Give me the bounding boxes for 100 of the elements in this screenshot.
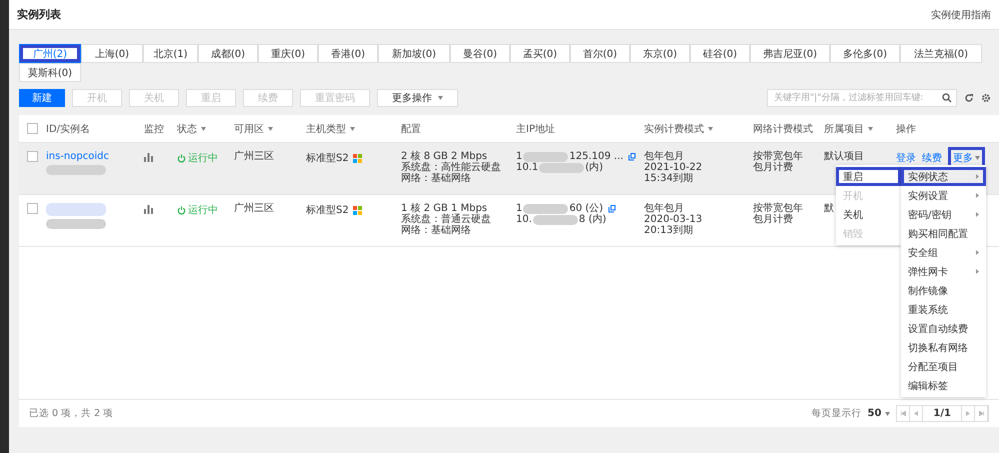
billing-line: 15:34到期	[644, 173, 694, 184]
bar-chart-icon[interactable]	[144, 153, 153, 162]
filter-icon	[268, 126, 273, 130]
filter-icon	[350, 126, 355, 130]
network-billing-line: 包月计费	[753, 162, 794, 173]
instance-type-cell: 标准型S2	[306, 203, 401, 217]
ip-fragment: 10.	[516, 214, 532, 225]
refresh-icon[interactable]	[964, 93, 974, 103]
menu-item[interactable]: 制作镜像	[901, 281, 986, 300]
action-link[interactable]: 续费	[922, 151, 942, 165]
filter-icon	[868, 126, 873, 130]
ip-fragment: 8 (内)	[578, 214, 606, 225]
submenu-arrow-icon	[976, 174, 979, 179]
menu-item[interactable]: 购买相同配置	[901, 224, 986, 243]
copy-icon[interactable]	[608, 204, 616, 212]
row-checkbox[interactable]	[27, 203, 38, 214]
menu-item[interactable]: 切换私有网络	[901, 338, 986, 357]
submenu-arrow-icon	[976, 250, 979, 255]
caret-icon	[438, 96, 443, 100]
windows-logo-icon	[352, 206, 362, 214]
submenu-arrow-icon	[976, 212, 979, 217]
blurred-instance-name	[46, 165, 106, 175]
filter-icon	[201, 126, 206, 130]
config-line: 系统盘：高性能云硬盘	[401, 162, 502, 173]
region-tab[interactable]: 法兰克福(0)	[900, 44, 982, 63]
region-tab[interactable]: 北京(1)	[143, 44, 198, 63]
more-menu-link[interactable]: 更多	[948, 147, 985, 169]
ip-fragment: 1	[516, 151, 522, 162]
submenu-item[interactable]: 重启	[836, 167, 901, 186]
toolbar-button[interactable]: 新建	[19, 89, 65, 107]
more-actions-dropdown[interactable]: 更多操作	[377, 89, 458, 107]
next-page-icon	[966, 411, 970, 416]
menu-item[interactable]: 实例设置	[901, 186, 986, 205]
copy-icon[interactable]	[628, 152, 636, 160]
region-tab[interactable]: 东京(0)	[630, 44, 690, 63]
network-billing-line: 包月计费	[753, 214, 794, 225]
billing-line: 包年包月	[644, 203, 685, 214]
search-icon	[942, 93, 952, 103]
region-tab[interactable]: 广州(2)	[19, 44, 81, 63]
instance-id-link[interactable]: ins-nopcoidc	[46, 151, 144, 162]
column-header: 主IP地址	[516, 122, 556, 136]
column-header: 配置	[401, 122, 422, 136]
menu-item[interactable]: 安全组	[901, 243, 986, 262]
power-icon	[177, 154, 186, 162]
region-tab[interactable]: 首尔(0)	[570, 44, 630, 63]
region-tab[interactable]: 香港(0)	[318, 44, 378, 63]
blurred-ip	[523, 152, 568, 162]
menu-item[interactable]: 密码/密钥	[901, 205, 986, 224]
menu-item[interactable]: 设置自动续费	[901, 319, 986, 338]
ip-fragment: 125.109 ...	[569, 151, 624, 162]
column-header: 监控	[144, 122, 165, 136]
zone-cell-text: 广州三区	[234, 151, 275, 162]
action-link[interactable]: 登录	[896, 151, 916, 165]
search-field[interactable]: 关键字用"|"分隔，过滤标签用回车键:	[767, 89, 957, 107]
menu-item[interactable]: 编辑标签	[901, 376, 986, 395]
blurred-instance-name	[46, 219, 106, 229]
select-all-checkbox[interactable]	[27, 123, 38, 134]
network-billing-line: 按带宽包年	[753, 203, 804, 214]
submenu-item[interactable]: 关机	[836, 205, 901, 224]
region-tab[interactable]: 曼谷(0)	[450, 44, 510, 63]
column-header: 主机类型	[306, 122, 401, 136]
region-tab[interactable]: 成都(0)	[198, 44, 258, 63]
region-tab[interactable]: 多伦多(0)	[830, 44, 900, 63]
settings-icon[interactable]	[981, 93, 991, 103]
menu-item[interactable]: 弹性网卡	[901, 262, 986, 281]
power-icon	[177, 206, 186, 214]
column-header: ID/实例名	[46, 122, 92, 136]
caret-icon	[975, 156, 980, 160]
selection-summary: 已选 0 项，共 2 项	[29, 407, 114, 420]
project-cell-text: 默	[824, 203, 835, 214]
region-tab[interactable]: 新加坡(0)	[378, 44, 450, 63]
page-size-label: 每页显示行	[812, 407, 862, 420]
column-header: 网络计费模式	[753, 122, 814, 136]
config-line: 网络：基础网络	[401, 173, 472, 184]
region-tab[interactable]: 孟买(0)	[510, 44, 570, 63]
region-tab[interactable]: 硅谷(0)	[690, 44, 750, 63]
billing-line: 2020-03-13	[644, 214, 704, 225]
blurred-ip	[532, 214, 578, 224]
status-text: 运行中	[177, 203, 234, 217]
menu-item[interactable]: 分配至项目	[901, 357, 986, 376]
instance-type-cell: 标准型S2	[306, 151, 401, 165]
region-tab[interactable]: 上海(0)	[81, 44, 143, 63]
filter-icon	[708, 126, 713, 130]
status-text: 运行中	[177, 151, 234, 165]
region-tab[interactable]: 重庆(0)	[258, 44, 318, 63]
region-tab[interactable]: 莫斯科(0)	[19, 63, 81, 82]
ip-fragment: 10.1	[516, 162, 538, 173]
submenu-arrow-icon	[976, 193, 979, 198]
guide-link[interactable]: 实例使用指南	[931, 8, 991, 22]
region-tab[interactable]: 弗吉尼亚(0)	[750, 44, 830, 63]
menu-item[interactable]: 重装系统	[901, 300, 986, 319]
blurred-ip	[523, 204, 568, 214]
bar-chart-icon[interactable]	[144, 205, 153, 214]
blurred-instance-id	[46, 203, 106, 216]
billing-line: 包年包月	[644, 151, 685, 162]
page-size-select[interactable]: 50	[868, 408, 890, 419]
column-header: 实例计费模式	[644, 122, 753, 136]
row-checkbox[interactable]	[27, 151, 38, 162]
submenu-arrow-icon	[976, 269, 979, 274]
menu-item[interactable]: 实例状态	[901, 167, 986, 186]
